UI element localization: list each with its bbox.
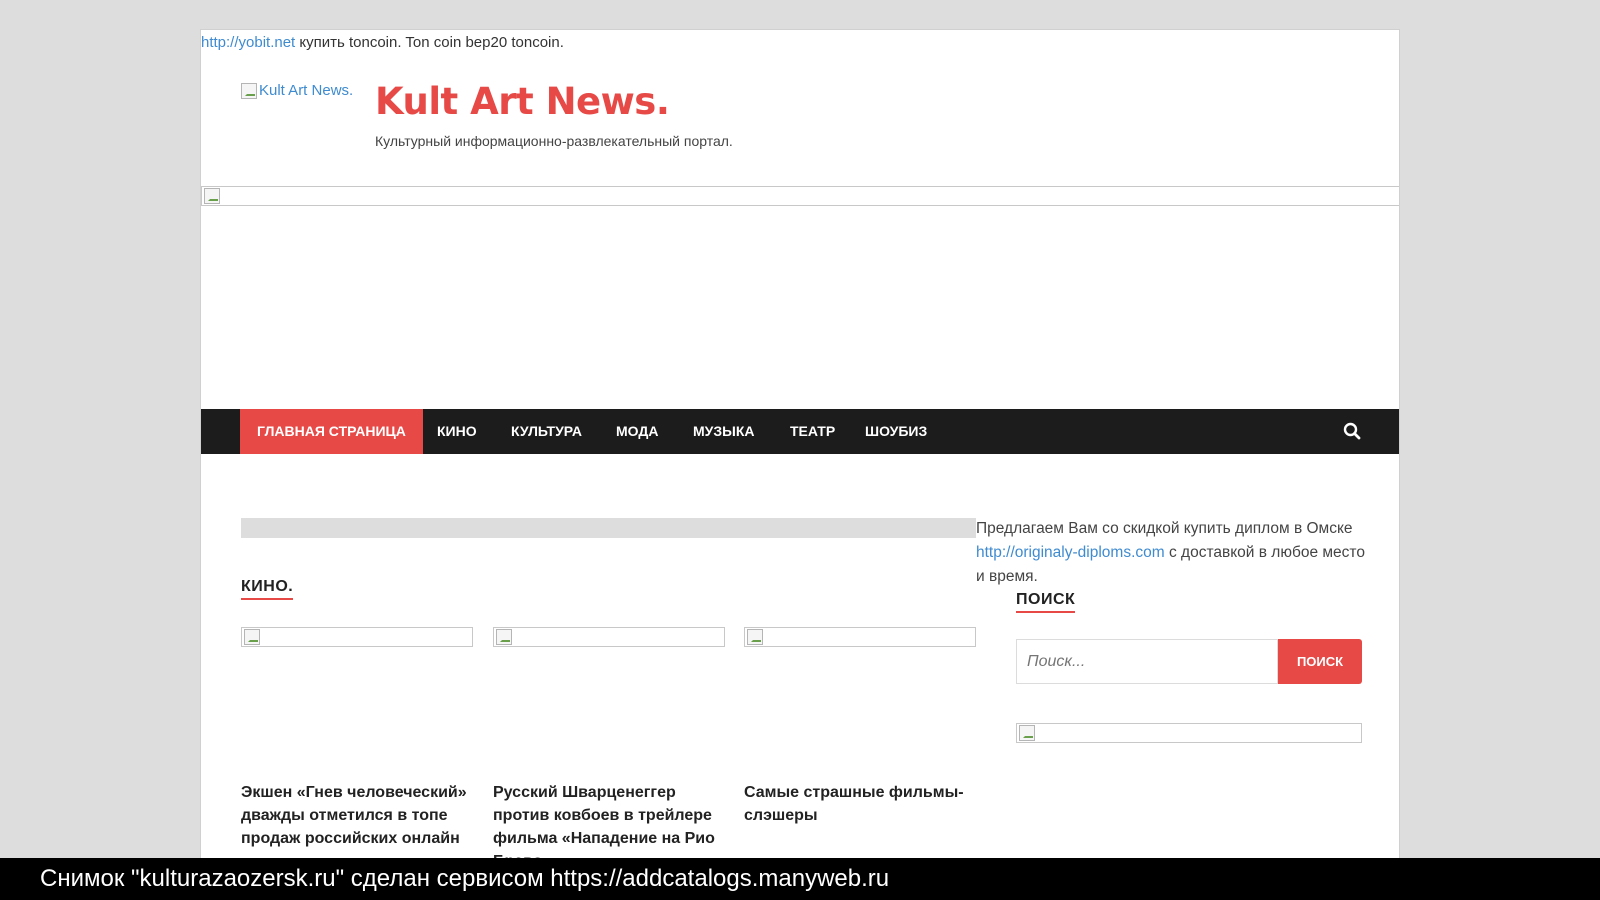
promo-text: купить toncoin. Ton coin bep20 toncoin.: [295, 34, 564, 51]
main-navigation: ГЛАВНАЯ СТРАНИЦА КИНО КУЛЬТУРА МОДА МУЗЫ…: [201, 409, 1399, 454]
search-button[interactable]: ПОИСК: [1278, 639, 1362, 684]
nav-item-teatr[interactable]: ТЕАТР: [790, 409, 835, 454]
nav-item-moda[interactable]: МОДА: [616, 409, 658, 454]
screenshot-caption-bar: Снимок "kulturazaozersk.ru" сделан серви…: [0, 858, 1600, 900]
nav-item-kultura[interactable]: КУЛЬТУРА: [511, 409, 582, 454]
broken-image-icon: [747, 629, 763, 645]
logo-alt-text: Kult Art News.: [259, 82, 354, 99]
broken-image-icon: [496, 629, 512, 645]
nav-item-home[interactable]: ГЛАВНАЯ СТРАНИЦА: [240, 409, 423, 454]
top-promo-line: http://yobit.net купить toncoin. Ton coi…: [201, 34, 564, 51]
site-title[interactable]: Kult Art News.: [375, 80, 670, 123]
search-widget-title: ПОИСК: [1016, 591, 1076, 613]
sidebar-promo-text: Предлагаем Вам со скидкой купить диплом …: [976, 517, 1371, 589]
site-logo[interactable]: Kult Art News.: [241, 82, 353, 99]
header-banner-image: [201, 186, 1399, 206]
post-title[interactable]: Самые страшные фильмы-слэшеры: [744, 781, 978, 827]
page-container: http://yobit.net купить toncoin. Ton coi…: [200, 29, 1400, 859]
broken-image-icon: [204, 188, 220, 204]
broken-image-icon: [244, 629, 260, 645]
search-icon[interactable]: [1343, 422, 1361, 440]
nav-item-kino[interactable]: КИНО: [437, 409, 477, 454]
broken-image-icon: [1019, 725, 1035, 741]
nav-item-shoubiz[interactable]: ШОУБИЗ: [865, 409, 927, 454]
promo-text-before: Предлагаем Вам со скидкой купить диплом …: [976, 520, 1353, 537]
post-title[interactable]: Русский Шварценеггер против ковбоев в тр…: [493, 781, 727, 858]
nav-item-muzyka[interactable]: МУЗЫКА: [693, 409, 755, 454]
broken-image-icon: [241, 82, 257, 99]
post-thumbnail[interactable]: [241, 627, 473, 647]
search-input[interactable]: [1016, 639, 1278, 684]
post-title[interactable]: Экшен «Гнев человеческий» дважды отметил…: [241, 781, 475, 850]
post-thumbnail[interactable]: [744, 627, 976, 647]
section-title-kino: КИНО.: [241, 578, 294, 600]
sidebar-image-widget: [1016, 723, 1362, 743]
placeholder-bar: [241, 518, 976, 538]
diploms-link[interactable]: http://originaly-diploms.com: [976, 544, 1165, 561]
site-description: Культурный информационно-развлекательный…: [375, 133, 733, 149]
post-thumbnail[interactable]: [493, 627, 725, 647]
yobit-link[interactable]: http://yobit.net: [201, 34, 295, 51]
